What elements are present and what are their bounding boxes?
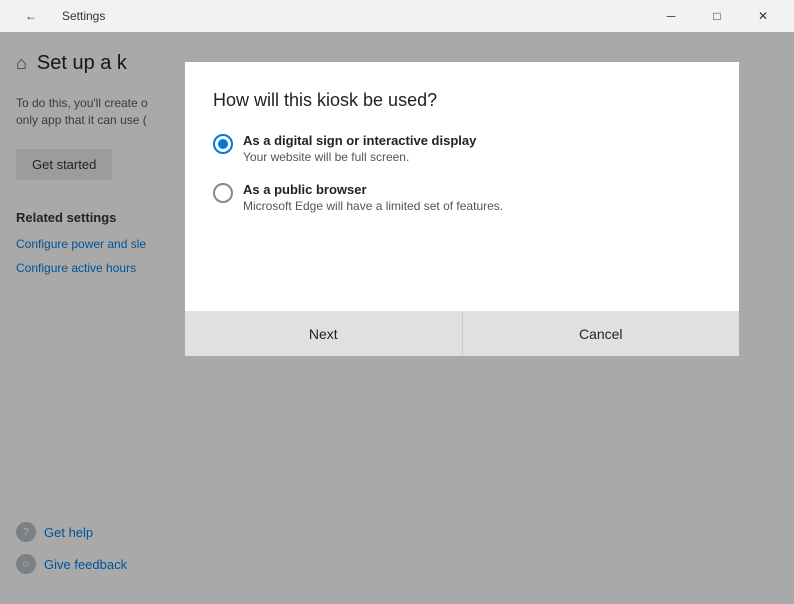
maximize-button[interactable]: □ [694, 0, 740, 32]
dialog-footer: Next Cancel [185, 311, 739, 356]
radio-public-browser-label: As a public browser [243, 182, 503, 197]
dialog-spacer [213, 231, 711, 311]
radio-public-browser-sublabel: Microsoft Edge will have a limited set o… [243, 199, 503, 213]
content-area: ⌂ Set up a k To do this, you'll create o… [0, 32, 794, 604]
app-title: Settings [62, 9, 105, 23]
cancel-button[interactable]: Cancel [462, 312, 740, 356]
window-controls: ─ □ ✕ [648, 0, 786, 32]
back-button[interactable]: ← [8, 0, 54, 32]
minimize-button[interactable]: ─ [648, 0, 694, 32]
title-bar: ← Settings ─ □ ✕ [0, 0, 794, 32]
close-button[interactable]: ✕ [740, 0, 786, 32]
dialog: How will this kiosk be used? As a digita… [185, 62, 739, 356]
radio-option-public-browser[interactable]: As a public browser Microsoft Edge will … [213, 182, 711, 213]
radio-public-browser[interactable] [213, 183, 233, 203]
radio-digital-sign-label: As a digital sign or interactive display [243, 133, 476, 148]
dialog-title: How will this kiosk be used? [213, 90, 711, 111]
radio-option-digital-sign[interactable]: As a digital sign or interactive display… [213, 133, 711, 164]
radio-digital-sign-sublabel: Your website will be full screen. [243, 150, 476, 164]
next-button[interactable]: Next [185, 312, 462, 356]
radio-digital-sign[interactable] [213, 134, 233, 154]
